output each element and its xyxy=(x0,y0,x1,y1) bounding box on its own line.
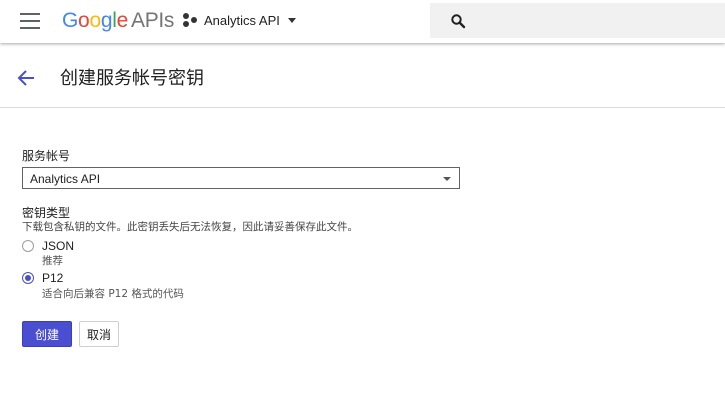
google-logo-text: Google xyxy=(62,9,128,32)
key-type-hint: 下载包含私钥的文件。此密钥丢失后无法恢复，因此请妥善保存此文件。 xyxy=(22,221,358,233)
menu-icon[interactable] xyxy=(20,13,40,29)
radio-json-label: JSON xyxy=(42,239,75,253)
logo-letter: o xyxy=(78,9,90,32)
apis-logo-text: APIs xyxy=(130,9,175,32)
radio-json[interactable] xyxy=(22,240,34,252)
page-header: 创建服务帐号密钥 xyxy=(0,44,725,108)
chevron-down-icon xyxy=(443,177,451,181)
top-app-bar: Google APIs Analytics API xyxy=(0,0,725,43)
search-input[interactable] xyxy=(474,3,718,40)
radio-p12[interactable] xyxy=(22,272,34,284)
radio-json-description: 推荐 xyxy=(42,255,63,267)
chevron-down-icon xyxy=(287,17,296,23)
search-bar[interactable] xyxy=(430,3,725,40)
service-account-select[interactable]: Analytics API xyxy=(22,167,460,189)
logo-letter: o xyxy=(89,9,101,32)
service-account-value: Analytics API xyxy=(30,172,101,186)
radio-p12-label: P12 xyxy=(42,271,64,285)
back-arrow-icon[interactable] xyxy=(16,68,36,88)
radio-option-json[interactable]: JSON xyxy=(22,239,74,253)
search-icon[interactable] xyxy=(450,13,466,29)
project-name: Analytics API xyxy=(204,12,280,28)
create-button[interactable]: 创建 xyxy=(22,321,72,347)
logo-letter: e xyxy=(116,9,129,32)
page-title: 创建服务帐号密钥 xyxy=(60,68,204,89)
logo-letter: g xyxy=(100,9,113,32)
cancel-button[interactable]: 取消 xyxy=(79,321,119,347)
project-selector[interactable]: Analytics API xyxy=(182,12,296,28)
radio-p12-description: 适合向后兼容 P12 格式的代码 xyxy=(42,288,184,300)
project-icon xyxy=(183,13,197,27)
service-account-label: 服务帐号 xyxy=(22,149,71,163)
logo-letter: G xyxy=(62,9,79,32)
google-apis-logo[interactable]: Google APIs xyxy=(62,9,174,33)
radio-option-p12[interactable]: P12 xyxy=(22,271,63,285)
